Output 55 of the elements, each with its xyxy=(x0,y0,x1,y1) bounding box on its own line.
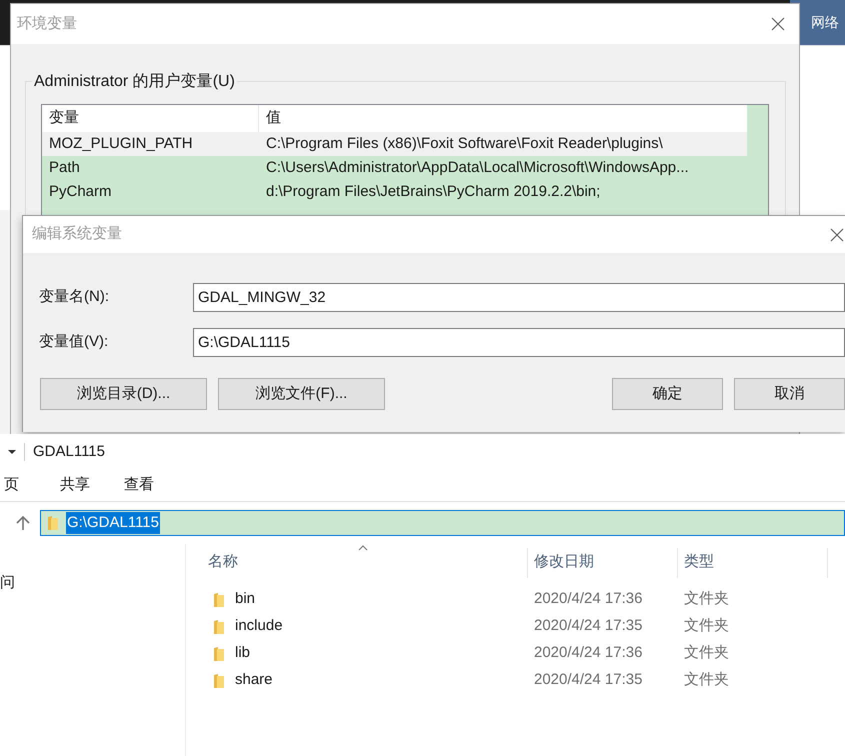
window-title: GDAL1115 xyxy=(33,442,105,462)
up-arrow-icon[interactable] xyxy=(16,515,30,531)
file-row[interactable]: include 2020/4/24 17:35 文件夹 xyxy=(186,613,845,640)
file-row[interactable]: bin 2020/4/24 17:36 文件夹 xyxy=(186,586,845,613)
file-type: 文件夹 xyxy=(683,643,730,664)
folder-icon xyxy=(213,592,225,608)
file-name: share xyxy=(235,670,273,690)
close-icon[interactable] xyxy=(830,228,844,242)
dialog-button[interactable]: 取消 xyxy=(734,378,845,410)
file-name: bin xyxy=(235,589,256,610)
sort-caret-icon xyxy=(358,545,368,551)
folder-icon xyxy=(213,646,225,662)
address-bar[interactable]: G:\GDAL1115 xyxy=(40,510,845,536)
variable-row[interactable]: MOZ_PLUGIN_PATH C:\Program Files (x86)\Foxit Software\Foxit Reader\plugins\ xyxy=(42,132,747,156)
nav-item[interactable]: 问 xyxy=(0,572,185,594)
text-field[interactable]: GDAL_MINGW_32 xyxy=(193,283,845,312)
file-type: 文件夹 xyxy=(683,670,730,690)
folder-icon xyxy=(47,515,59,531)
file-date: 2020/4/24 17:36 xyxy=(533,643,644,664)
variable-value: C:\Users\Administrator\AppData\Local\Microsoft\WindowsApp... xyxy=(265,158,690,178)
close-icon[interactable] xyxy=(771,17,785,31)
ribbon-tab[interactable]: 页 xyxy=(0,474,60,497)
desktop-icon-label[interactable]: 网络 xyxy=(811,12,839,33)
file-name: lib xyxy=(235,643,250,664)
dialog-button[interactable]: 确定 xyxy=(612,378,723,410)
variable-value: d:\Program Files\JetBrains\PyCharm 2019.2.2\bin; xyxy=(265,182,602,202)
file-date: 2020/4/24 17:35 xyxy=(533,670,644,690)
file-date: 2020/4/24 17:35 xyxy=(533,616,644,636)
file-row[interactable]: share 2020/4/24 17:35 文件夹 xyxy=(186,667,845,694)
column-header[interactable]: 修改日期 xyxy=(527,548,677,578)
browse-button[interactable]: 浏览文件(F)... xyxy=(218,378,385,410)
window-title: 环境变量 xyxy=(17,14,77,34)
column-header[interactable]: 名称 xyxy=(208,551,238,574)
folder-icon xyxy=(213,618,225,634)
column-header[interactable]: 值 xyxy=(259,105,747,132)
address-text: G:\GDAL1115 xyxy=(66,512,160,534)
caret-icon[interactable] xyxy=(8,449,16,455)
variable-name: PyCharm xyxy=(48,182,113,202)
file-row[interactable]: lib 2020/4/24 17:36 文件夹 xyxy=(186,640,845,667)
file-type: 文件夹 xyxy=(683,589,730,610)
field-label: 变量名(N): xyxy=(38,287,110,308)
variable-value: C:\Program Files (x86)\Foxit Software\Foxit Reader\plugins\ xyxy=(265,134,664,154)
ribbon-tab[interactable]: 共享 xyxy=(60,474,124,497)
file-date: 2020/4/24 17:36 xyxy=(533,589,644,610)
file-name: include xyxy=(235,616,283,636)
ribbon-tab[interactable]: 查看 xyxy=(124,474,188,497)
field-label: 变量值(V): xyxy=(38,332,110,352)
variable-name: Path xyxy=(48,158,81,178)
column-header[interactable]: 类型 xyxy=(677,548,827,578)
browse-button[interactable]: 浏览目录(D)... xyxy=(40,378,207,410)
file-type: 文件夹 xyxy=(683,616,730,636)
dialog-title: 编辑系统变量 xyxy=(32,224,122,244)
folder-icon xyxy=(213,672,225,688)
text-field[interactable]: G:\GDAL1115 xyxy=(193,328,845,357)
variable-name: MOZ_PLUGIN_PATH xyxy=(48,134,194,154)
